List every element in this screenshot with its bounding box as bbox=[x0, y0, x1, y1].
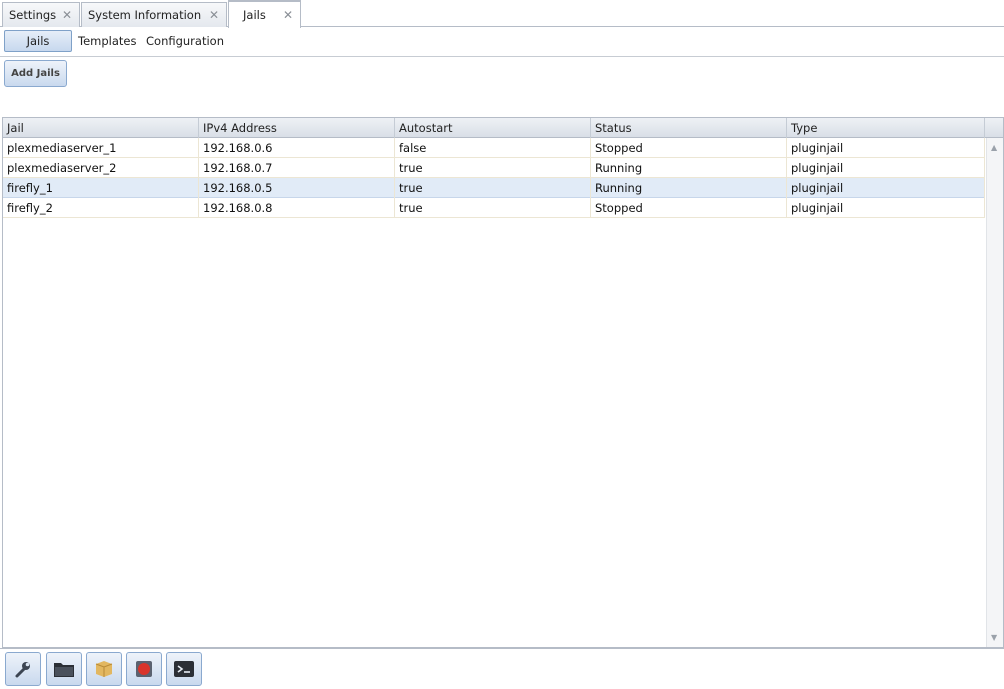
close-icon[interactable]: ✕ bbox=[209, 8, 219, 22]
column-header-type[interactable]: Type bbox=[787, 118, 985, 138]
jails-grid: Jail IPv4 Address Autostart Status Type … bbox=[2, 117, 1004, 648]
sub-tab-bar: Jails Templates Configuration bbox=[0, 27, 1004, 57]
cell-jail: firefly_2 bbox=[3, 198, 199, 218]
vertical-scrollbar[interactable]: ▲ ▼ bbox=[986, 138, 1003, 647]
cell-ipv4-address: 192.168.0.6 bbox=[199, 138, 395, 158]
table-row-selected[interactable]: firefly_1 192.168.0.5 true Running plugi… bbox=[3, 178, 985, 198]
grid-header: Jail IPv4 Address Autostart Status Type bbox=[3, 118, 1003, 138]
package-icon bbox=[95, 661, 113, 677]
storage-button[interactable] bbox=[46, 652, 82, 686]
table-row[interactable]: firefly_2 192.168.0.8 true Stopped plugi… bbox=[3, 198, 985, 218]
cell-autostart: true bbox=[395, 178, 591, 198]
toolbar: Add Jails bbox=[0, 57, 1004, 117]
tab-label: System Information bbox=[88, 8, 202, 22]
cell-autostart: false bbox=[395, 138, 591, 158]
cell-ipv4-address: 192.168.0.5 bbox=[199, 178, 395, 198]
stop-jail-button[interactable] bbox=[126, 652, 162, 686]
cell-status: Running bbox=[591, 178, 787, 198]
column-header-ipv4-address[interactable]: IPv4 Address bbox=[199, 118, 395, 138]
scroll-up-arrow-icon[interactable]: ▲ bbox=[991, 143, 997, 152]
grid-rows: plexmediaserver_1 192.168.0.6 false Stop… bbox=[3, 138, 985, 218]
close-icon[interactable]: ✕ bbox=[283, 8, 293, 22]
cell-ipv4-address: 192.168.0.8 bbox=[199, 198, 395, 218]
cell-status: Stopped bbox=[591, 198, 787, 218]
wrench-icon bbox=[15, 662, 30, 678]
cell-type: pluginjail bbox=[787, 138, 985, 158]
column-header-jail[interactable]: Jail bbox=[3, 118, 199, 138]
cell-autostart: true bbox=[395, 198, 591, 218]
table-row[interactable]: plexmediaserver_2 192.168.0.7 true Runni… bbox=[3, 158, 985, 178]
tab-system-information[interactable]: System Information ✕ bbox=[81, 2, 227, 27]
add-jails-button[interactable]: Add Jails bbox=[4, 60, 67, 87]
close-icon[interactable]: ✕ bbox=[62, 8, 72, 22]
subtab-templates[interactable]: Templates bbox=[78, 30, 136, 52]
folder-icon bbox=[54, 663, 74, 677]
table-row[interactable]: plexmediaserver_1 192.168.0.6 false Stop… bbox=[3, 138, 985, 158]
cell-type: pluginjail bbox=[787, 178, 985, 198]
cell-jail: firefly_1 bbox=[3, 178, 199, 198]
tab-settings[interactable]: Settings ✕ bbox=[2, 2, 80, 27]
column-header-status[interactable]: Status bbox=[591, 118, 787, 138]
subtab-configuration[interactable]: Configuration bbox=[146, 30, 224, 52]
plugins-button[interactable] bbox=[86, 652, 122, 686]
edit-jail-button[interactable] bbox=[5, 652, 41, 686]
cell-type: pluginjail bbox=[787, 198, 985, 218]
subtab-jails[interactable]: Jails bbox=[4, 30, 72, 52]
column-header-autostart[interactable]: Autostart bbox=[395, 118, 591, 138]
cell-jail: plexmediaserver_2 bbox=[3, 158, 199, 178]
cell-autostart: true bbox=[395, 158, 591, 178]
tab-label: Settings bbox=[9, 8, 57, 22]
shell-button[interactable] bbox=[166, 652, 202, 686]
tab-strip: Settings ✕ System Information ✕ Jails ✕ bbox=[0, 0, 1004, 28]
cell-status: Running bbox=[591, 158, 787, 178]
cell-status: Stopped bbox=[591, 138, 787, 158]
stop-icon bbox=[136, 661, 152, 677]
console-icon bbox=[174, 661, 194, 677]
scroll-down-arrow-icon[interactable]: ▼ bbox=[991, 633, 997, 642]
cell-ipv4-address: 192.168.0.7 bbox=[199, 158, 395, 178]
cell-jail: plexmediaserver_1 bbox=[3, 138, 199, 158]
cell-type: pluginjail bbox=[787, 158, 985, 178]
tab-jails[interactable]: Jails ✕ bbox=[228, 0, 301, 28]
tab-label: Jails bbox=[243, 8, 266, 22]
jail-actions-bar bbox=[0, 648, 1004, 689]
